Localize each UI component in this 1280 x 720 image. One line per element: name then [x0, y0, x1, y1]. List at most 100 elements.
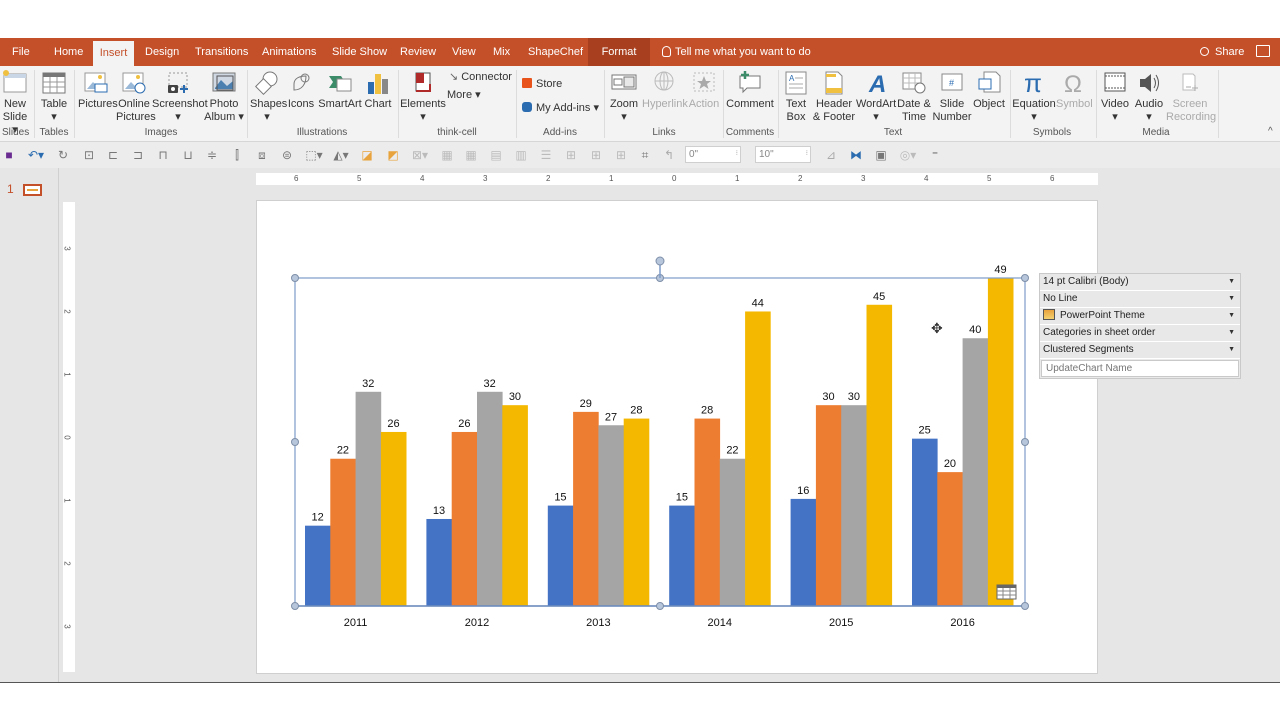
hyperlink-button[interactable]: Hyperlink	[642, 66, 688, 111]
tell-me-search[interactable]: Tell me what you want to do	[662, 38, 811, 66]
object-button[interactable]: Object	[972, 66, 1006, 111]
header-footer-button[interactable]: Header & Footer	[812, 66, 856, 124]
photo-album-button[interactable]: Photo Album ▾	[204, 66, 244, 124]
align-bottom-icon[interactable]: ⊔	[181, 148, 195, 162]
online-pictures-icon	[121, 70, 147, 96]
comments-icon[interactable]	[1256, 45, 1270, 57]
equation-dropdown: ▾	[1031, 111, 1037, 123]
tab-design[interactable]: Design	[139, 38, 185, 66]
slide-thumbnail-1[interactable]	[23, 184, 42, 196]
symbol-button[interactable]: Ω Symbol	[1056, 66, 1093, 111]
slide-number-button[interactable]: # Slide Number	[932, 66, 972, 124]
format-painter-icon[interactable]: ⊿	[824, 148, 838, 162]
align-left-icon[interactable]: ⊏	[106, 148, 120, 162]
flip-icon[interactable]: ⧓	[849, 148, 863, 162]
tab-slide-show[interactable]: Slide Show	[326, 38, 393, 66]
comment-button[interactable]: Comment	[726, 66, 774, 111]
elements-button[interactable]: Elements ▾	[400, 66, 446, 124]
date-time-button[interactable]: Date & Time	[896, 66, 932, 124]
tell-me-text: Tell me what you want to do	[675, 46, 811, 58]
connector-button[interactable]: ↘ Connector	[449, 70, 512, 84]
reset-icon[interactable]: ↰	[662, 148, 676, 162]
screenshot-button[interactable]: Screenshot ▾	[152, 66, 208, 124]
theme-value: PowerPoint Theme	[1060, 310, 1145, 321]
crop-icon[interactable]: ⌗	[638, 148, 652, 162]
rotate-icon[interactable]: ◭▾	[330, 148, 352, 162]
group-objects-icon[interactable]: ⬚▾	[303, 148, 325, 162]
table-rows-icon[interactable]: ☰	[539, 148, 553, 162]
tab-view[interactable]: View	[446, 38, 482, 66]
selection-pane-icon[interactable]: ⊠▾	[410, 148, 430, 162]
wordart-button[interactable]: A WordArt ▾	[856, 66, 896, 124]
distribute-horizontal-icon[interactable]: ⫿	[230, 148, 244, 162]
width-spinner[interactable]: 10" ⁝	[755, 146, 811, 163]
line-dropdown[interactable]: No Line ▼	[1040, 291, 1240, 308]
table-cell-icon-3[interactable]: ▤	[489, 148, 503, 162]
store-button[interactable]: Store	[522, 77, 562, 91]
tab-transitions[interactable]: Transitions	[189, 38, 254, 66]
align-right-icon[interactable]: ⊐	[131, 148, 145, 162]
textbox-insert-icon[interactable]: ▣	[874, 148, 888, 162]
my-addins-button[interactable]: My Add-ins ▾	[522, 101, 599, 115]
icons-button[interactable]: Icons	[286, 66, 316, 111]
tab-review[interactable]: Review	[394, 38, 442, 66]
align-top-icon[interactable]: ⊓	[156, 148, 170, 162]
addins-icon	[522, 102, 532, 112]
tab-file[interactable]: File	[6, 38, 36, 66]
chart-button[interactable]: Chart	[364, 66, 392, 111]
chart-type-dropdown[interactable]: Clustered Segments ▼	[1040, 342, 1240, 359]
table-cell-icon-1[interactable]: ▦	[440, 148, 454, 162]
tab-mix[interactable]: Mix	[487, 38, 516, 66]
pictures-button[interactable]: Pictures	[78, 66, 118, 111]
align-center-icon[interactable]: ≑	[205, 148, 219, 162]
ruler-tick-label: 6	[1050, 174, 1055, 183]
table-split-icon[interactable]: ⊞	[564, 148, 578, 162]
action-button[interactable]: Action	[688, 66, 720, 111]
collapse-ribbon-chevron-icon[interactable]: ^	[1268, 126, 1273, 137]
smartart-button[interactable]: SmartArt	[318, 66, 362, 111]
customize-toolbar-icon[interactable]: ⁼	[928, 148, 942, 162]
undo-icon[interactable]: ↶▾	[26, 148, 46, 162]
color-scheme-dropdown[interactable]: PowerPoint Theme ▼	[1040, 308, 1240, 325]
align-middle-icon[interactable]: ⊜	[280, 148, 294, 162]
table-cell-icon-2[interactable]: ▦	[464, 148, 478, 162]
table-cell-icon-4[interactable]: ▥	[514, 148, 528, 162]
save-icon[interactable]: ■	[2, 148, 16, 162]
sort-order-dropdown[interactable]: Categories in sheet order ▼	[1040, 325, 1240, 342]
from-beginning-icon[interactable]: ⊡	[82, 148, 96, 162]
height-spinner[interactable]: 0" ⁝	[685, 146, 741, 163]
group-label-images: Images	[144, 127, 178, 138]
shapes-button[interactable]: Shapes ▾	[250, 66, 287, 124]
tab-animations[interactable]: Animations	[256, 38, 322, 66]
table-grid-icon[interactable]: ⊞	[614, 148, 628, 162]
share-button[interactable]: Share	[1200, 38, 1244, 66]
bring-forward-icon[interactable]: ◪	[360, 148, 374, 162]
zoom-button[interactable]: Zoom ▾	[608, 66, 640, 124]
text-box-button[interactable]: A Text Box	[782, 66, 810, 124]
horizontal-ruler[interactable]: 6 5 4 3 2 1 0 1 2 3 4 5 6	[256, 173, 1098, 185]
chart-name-input[interactable]	[1041, 360, 1239, 377]
shape-combine-icon[interactable]: ◎▾	[898, 148, 918, 162]
ruler-tick-label: 1	[62, 498, 72, 503]
distribute-center-icon[interactable]: ⧈	[255, 148, 269, 162]
equation-button[interactable]: π Equation ▾	[1012, 66, 1056, 124]
tab-format[interactable]: Format	[588, 38, 650, 66]
ruler-tick-label: 1	[735, 174, 740, 183]
audio-button[interactable]: Audio ▾	[1132, 66, 1166, 124]
table-button[interactable]: Table ▾	[40, 66, 68, 124]
action-star-icon	[691, 70, 717, 96]
video-button[interactable]: Video ▾	[1098, 66, 1132, 124]
slide-canvas[interactable]	[256, 200, 1098, 674]
redo-icon[interactable]: ↻	[56, 148, 70, 162]
tab-insert[interactable]: Insert	[93, 41, 134, 66]
group-label-slides: Slides	[2, 127, 30, 138]
send-backward-icon[interactable]: ◩	[386, 148, 400, 162]
table-columns-icon[interactable]: ⊞	[589, 148, 603, 162]
font-dropdown[interactable]: 14 pt Calibri (Body) ▼	[1040, 274, 1240, 291]
tab-home[interactable]: Home	[48, 38, 89, 66]
more-button[interactable]: More ▾	[447, 88, 481, 102]
screen-recording-button[interactable]: Screen Recording	[1166, 66, 1216, 124]
online-pictures-button[interactable]: Online Pictures	[116, 66, 156, 124]
vertical-ruler[interactable]: 3 2 1 0 1 2 3	[63, 202, 75, 672]
tab-shapechef[interactable]: ShapeChef	[522, 38, 589, 66]
